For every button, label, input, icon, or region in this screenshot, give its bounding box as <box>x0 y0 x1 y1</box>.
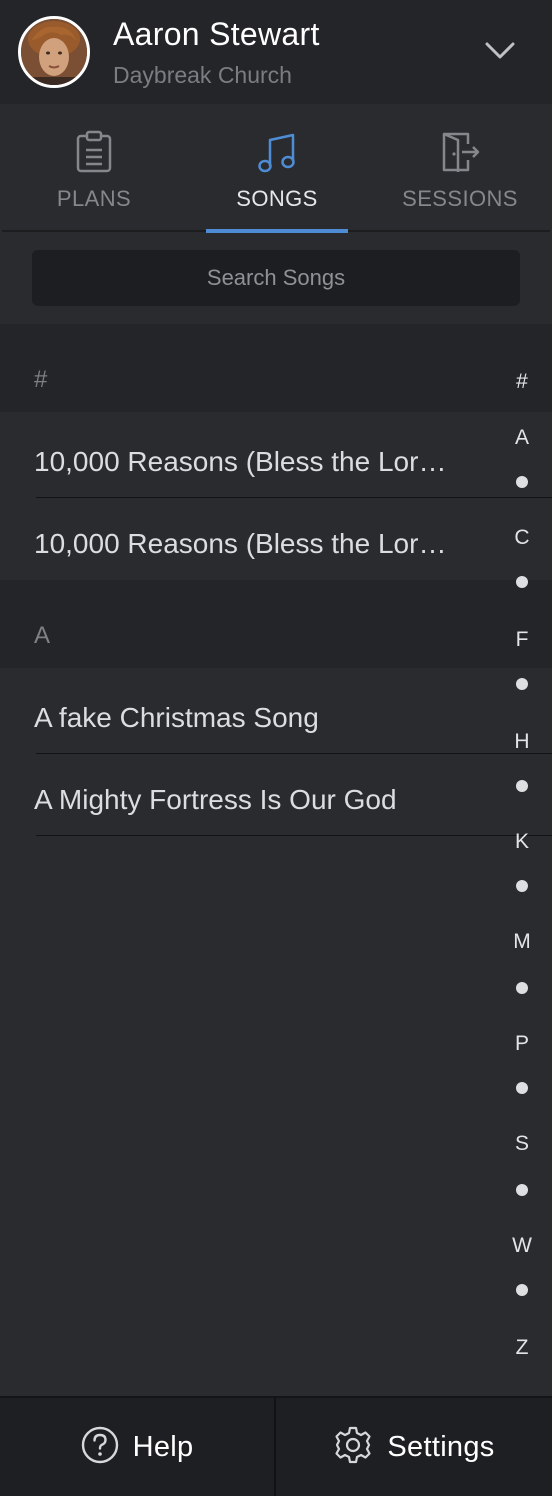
exit-door-icon <box>440 130 480 174</box>
tab-bar: PLANS SONGS SESSIONS <box>0 104 552 234</box>
list-item[interactable]: 10,000 Reasons (Bless the Lor… <box>0 494 505 576</box>
index-letter-s[interactable]: S <box>500 1132 544 1156</box>
gear-icon <box>333 1425 373 1470</box>
row-divider <box>36 835 552 836</box>
index-letter-z[interactable]: Z <box>500 1336 544 1360</box>
settings-button[interactable]: Settings <box>276 1398 552 1496</box>
user-name: Aaron Stewart <box>113 16 320 52</box>
index-letter-c[interactable]: C <box>500 526 544 550</box>
list-item[interactable]: A Mighty Fortress Is Our God <box>0 750 505 832</box>
section-header-a: A <box>0 580 552 668</box>
index-dot[interactable] <box>516 576 528 588</box>
avatar <box>18 16 90 88</box>
song-title: 10,000 Reasons (Bless the Lor… <box>34 528 447 559</box>
index-dot[interactable] <box>516 982 528 994</box>
active-tab-indicator <box>206 229 348 233</box>
chevron-down-icon[interactable] <box>480 34 520 68</box>
index-letter-f[interactable]: F <box>500 628 544 652</box>
help-icon <box>81 1426 119 1469</box>
song-title: A Mighty Fortress Is Our God <box>34 784 397 815</box>
index-letter-p[interactable]: P <box>500 1032 544 1056</box>
search-bar <box>0 234 552 324</box>
tab-songs[interactable]: SONGS <box>185 104 369 230</box>
song-title: 10,000 Reasons (Bless the Lor… <box>34 446 447 477</box>
index-dot[interactable] <box>516 476 528 488</box>
tab-sessions-label: SESSIONS <box>402 186 518 211</box>
list-item[interactable]: 10,000 Reasons (Bless the Lor… <box>0 412 505 494</box>
tab-plans-label: PLANS <box>56 186 132 211</box>
index-letter-a[interactable]: A <box>500 426 544 450</box>
index-dot[interactable] <box>516 1184 528 1196</box>
clipboard-icon <box>75 130 113 174</box>
footer-bar: Help Settings <box>0 1396 552 1496</box>
tab-sessions[interactable]: SESSIONS <box>368 104 552 230</box>
tab-plans[interactable]: PLANS <box>2 104 186 230</box>
index-dot[interactable] <box>516 780 528 792</box>
settings-label: Settings <box>387 1430 495 1463</box>
index-letter-k[interactable]: K <box>500 830 544 854</box>
music-note-icon <box>257 130 297 174</box>
section-header-number: # <box>0 324 552 412</box>
alphabet-index[interactable]: # A C F H K M P S W Z <box>500 360 544 1390</box>
help-button[interactable]: Help <box>0 1398 274 1496</box>
section-title: # <box>34 366 48 393</box>
index-letter-hash[interactable]: # <box>500 370 544 394</box>
index-letter-m[interactable]: M <box>500 930 544 954</box>
app-root: Aaron Stewart Daybreak Church PLANS SONG… <box>0 0 552 1496</box>
song-title: A fake Christmas Song <box>34 702 319 733</box>
list-item[interactable]: A fake Christmas Song <box>0 668 505 750</box>
church-name: Daybreak Church <box>113 62 292 88</box>
index-dot[interactable] <box>516 880 528 892</box>
index-dot[interactable] <box>516 1082 528 1094</box>
index-letter-h[interactable]: H <box>500 730 544 754</box>
tab-songs-label: SONGS <box>236 186 318 211</box>
search-input[interactable] <box>32 250 520 306</box>
index-letter-w[interactable]: W <box>500 1234 544 1258</box>
account-header[interactable]: Aaron Stewart Daybreak Church <box>0 0 552 104</box>
index-dot[interactable] <box>516 1284 528 1296</box>
help-label: Help <box>132 1430 194 1463</box>
section-title: A <box>34 622 51 649</box>
index-dot[interactable] <box>516 678 528 690</box>
